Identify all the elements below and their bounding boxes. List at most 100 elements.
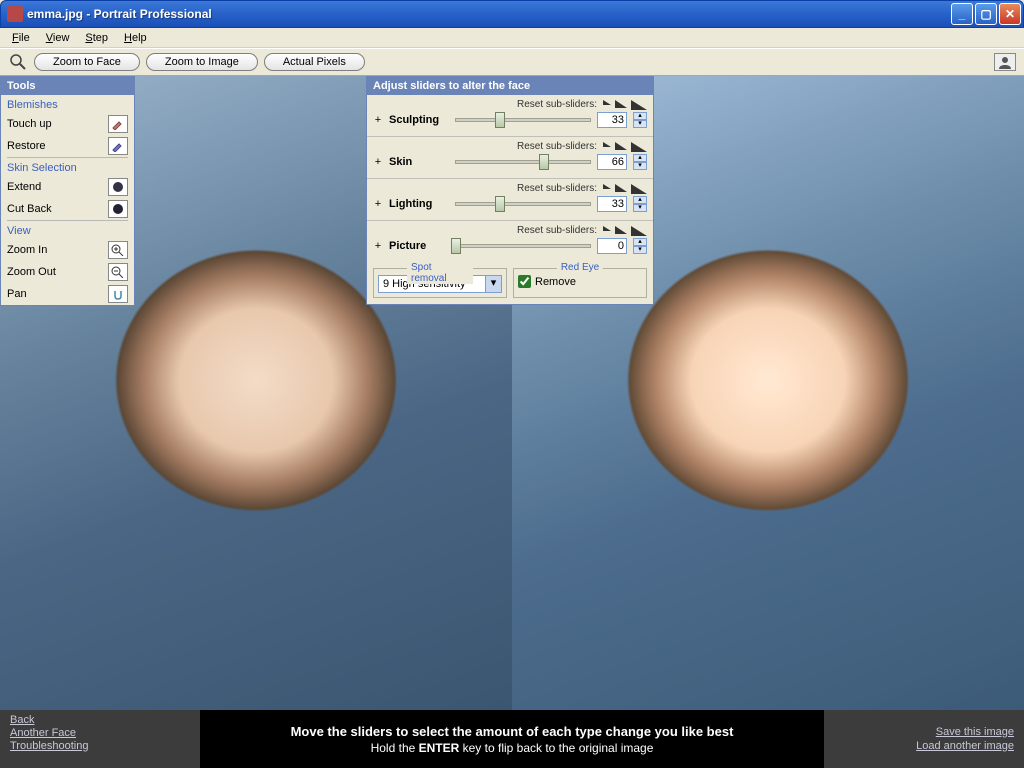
slider-track[interactable] <box>455 118 591 122</box>
slider-track[interactable] <box>455 160 591 164</box>
titlebar: emma.jpg - Portrait Professional _ ▢ ✕ <box>0 0 1024 28</box>
brush-icon <box>108 115 128 133</box>
reset-row: Reset sub-sliders: <box>373 141 647 152</box>
tool-extend[interactable]: Extend <box>1 176 134 198</box>
footer-left-links: Back Another Face Troubleshooting <box>0 710 200 768</box>
menubar: File View Step Help <box>0 28 1024 48</box>
reset-medium-icon[interactable] <box>615 184 627 192</box>
slider-block-lighting: Reset sub-sliders:+Lighting33▴▾ <box>367 179 653 221</box>
expand-icon[interactable]: + <box>373 198 383 210</box>
tool-cut-back[interactable]: Cut Back <box>1 198 134 220</box>
slider-track[interactable] <box>455 244 591 248</box>
menu-help[interactable]: Help <box>116 30 155 46</box>
save-image-link[interactable]: Save this image <box>936 726 1014 738</box>
reset-label: Reset sub-sliders: <box>517 141 597 152</box>
red-eye-label: Remove <box>535 276 576 288</box>
tool-restore[interactable]: Restore <box>1 135 134 157</box>
spin-down-icon[interactable]: ▾ <box>633 204 647 212</box>
sliders-panel-title: Adjust sliders to alter the face <box>367 77 653 95</box>
expand-icon[interactable]: + <box>373 240 383 252</box>
tools-panel: Tools Blemishes Touch up Restore Skin Se… <box>0 76 135 306</box>
reset-large-icon[interactable] <box>631 184 647 194</box>
spot-removal-fieldset: Spot removal 9 High sensitivity ▾ <box>373 268 507 298</box>
section-skin-selection: Skin Selection <box>1 158 134 176</box>
slider-thumb[interactable] <box>539 154 549 170</box>
profile-silhouette-icon[interactable] <box>994 53 1016 71</box>
close-icon[interactable]: ✕ <box>999 3 1021 25</box>
reset-small-icon[interactable] <box>603 184 611 189</box>
menu-file[interactable]: File <box>4 30 38 46</box>
reset-small-icon[interactable] <box>603 142 611 147</box>
troubleshooting-link[interactable]: Troubleshooting <box>10 740 190 752</box>
zoom-to-image-button[interactable]: Zoom to Image <box>146 53 258 71</box>
reset-row: Reset sub-sliders: <box>373 225 647 236</box>
spinner: ▴▾ <box>633 154 647 170</box>
menu-view[interactable]: View <box>38 30 78 46</box>
spin-up-icon[interactable]: ▴ <box>633 238 647 246</box>
red-eye-checkbox[interactable] <box>518 275 531 288</box>
slider-value[interactable]: 33 <box>597 196 627 212</box>
section-blemishes: Blemishes <box>1 95 134 113</box>
slider-thumb[interactable] <box>495 196 505 212</box>
tool-zoom-out[interactable]: Zoom Out <box>1 261 134 283</box>
tool-cut-back-label: Cut Back <box>7 203 52 215</box>
tool-touch-up[interactable]: Touch up <box>1 113 134 135</box>
back-link[interactable]: Back <box>10 714 190 726</box>
reset-label: Reset sub-sliders: <box>517 99 597 110</box>
slider-label: Picture <box>389 240 449 252</box>
red-eye-fieldset: Red Eye Remove <box>513 268 647 298</box>
maximize-icon[interactable]: ▢ <box>975 3 997 25</box>
footer-instructions: Move the sliders to select the amount of… <box>200 710 824 768</box>
zoom-to-face-button[interactable]: Zoom to Face <box>34 53 140 71</box>
reset-medium-icon[interactable] <box>615 100 627 108</box>
slider-block-sculpting: Reset sub-sliders: + Sculpting 33 ▴▾ <box>367 95 653 137</box>
tool-extend-label: Extend <box>7 181 41 193</box>
another-face-link[interactable]: Another Face <box>10 727 190 739</box>
slider-thumb[interactable] <box>495 112 505 128</box>
slider-thumb[interactable] <box>451 238 461 254</box>
actual-pixels-button[interactable]: Actual Pixels <box>264 53 365 71</box>
reset-small-icon[interactable] <box>603 226 611 231</box>
menu-step[interactable]: Step <box>77 30 116 46</box>
reset-row: Reset sub-sliders: <box>373 183 647 194</box>
zoom-out-icon <box>108 263 128 281</box>
tool-pan[interactable]: Pan <box>1 283 134 305</box>
menu-help-label: elp <box>132 32 147 44</box>
minimize-icon[interactable]: _ <box>951 3 973 25</box>
slider-value[interactable]: 0 <box>597 238 627 254</box>
reset-small-icon[interactable] <box>603 100 611 105</box>
spin-up-icon[interactable]: ▴ <box>633 154 647 162</box>
slider-block-skin: Reset sub-sliders:+Skin66▴▾ <box>367 137 653 179</box>
slider-value[interactable]: 66 <box>597 154 627 170</box>
expand-icon[interactable]: + <box>373 114 383 126</box>
tool-zoom-in[interactable]: Zoom In <box>1 239 134 261</box>
reset-large-icon[interactable] <box>631 100 647 110</box>
slider-block-picture: Reset sub-sliders: + Picture 0 ▴▾ <box>367 221 653 262</box>
slider-label: Sculpting <box>389 114 449 126</box>
reset-label: Reset sub-sliders: <box>517 225 597 236</box>
spin-down-icon[interactable]: ▾ <box>633 162 647 170</box>
magnifier-icon[interactable] <box>8 52 28 72</box>
main-canvas: Tools Blemishes Touch up Restore Skin Se… <box>0 76 1024 710</box>
spin-up-icon[interactable]: ▴ <box>633 112 647 120</box>
red-eye-legend: Red Eye <box>557 262 603 273</box>
zoom-in-icon <box>108 241 128 259</box>
expand-icon[interactable]: + <box>373 156 383 168</box>
red-eye-checkbox-row[interactable]: Remove <box>518 275 642 288</box>
tool-zoom-out-label: Zoom Out <box>7 266 56 278</box>
reset-medium-icon[interactable] <box>615 142 627 150</box>
mask-icon <box>108 178 128 196</box>
reset-medium-icon[interactable] <box>615 226 627 234</box>
tools-panel-title: Tools <box>1 77 134 95</box>
reset-large-icon[interactable] <box>631 142 647 152</box>
reset-large-icon[interactable] <box>631 226 647 236</box>
load-image-link[interactable]: Load another image <box>916 740 1014 752</box>
tool-touch-up-label: Touch up <box>7 118 52 130</box>
chevron-down-icon[interactable]: ▾ <box>485 276 501 292</box>
slider-value[interactable]: 33 <box>597 112 627 128</box>
spin-up-icon[interactable]: ▴ <box>633 196 647 204</box>
spin-down-icon[interactable]: ▾ <box>633 246 647 254</box>
spot-removal-legend: Spot removal <box>407 262 473 284</box>
slider-track[interactable] <box>455 202 591 206</box>
spin-down-icon[interactable]: ▾ <box>633 120 647 128</box>
